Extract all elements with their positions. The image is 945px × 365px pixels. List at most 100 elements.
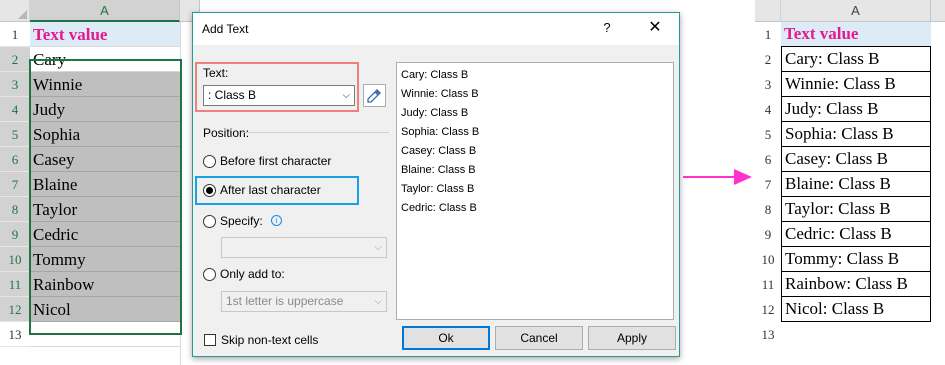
cell[interactable]: Casey [30,147,180,172]
chevron-down-icon: ⌵ [374,296,382,307]
add-text-dialog: Add Text ? ✕ Text: : Class B ⌵ Position:… [192,12,680,357]
cancel-button[interactable]: Cancel [495,326,583,350]
row-number[interactable]: 7 [755,172,781,197]
row-number[interactable]: 5 [755,122,781,147]
eyedropper-icon [367,89,381,103]
text-input-combo[interactable]: : Class B ⌵ [203,85,355,106]
row-number[interactable]: 1 [0,22,30,47]
preview-item: Cedric: Class B [401,202,477,214]
chevron-down-icon[interactable]: ⌵ [342,86,350,105]
select-all-corner[interactable] [755,0,781,22]
cell[interactable]: Sophia [30,122,180,147]
row-number[interactable]: 10 [0,247,30,272]
cell[interactable]: Taylor [30,197,180,222]
row-number[interactable]: 2 [0,47,30,72]
transform-arrow [683,176,735,178]
only-add-to-combo: 1st letter is uppercase ⌵ [221,291,387,312]
text-label: Text: [203,66,229,80]
row-number[interactable]: 13 [755,322,781,347]
arrow-right-icon [734,169,752,185]
row-number[interactable]: 7 [0,172,30,197]
info-icon[interactable]: i [271,215,282,226]
text-input-value: : Class B [208,88,257,102]
cell[interactable] [30,322,180,347]
result-cell[interactable]: Blaine: Class B [781,172,931,197]
row-number[interactable]: 11 [0,272,30,297]
radio-only-add-to[interactable] [203,268,216,281]
cell[interactable]: Nicol [30,297,180,322]
result-cell[interactable]: Rainbow: Class B [781,272,931,297]
row-number[interactable]: 9 [755,222,781,247]
preview-list: Cary: Class B Winnie: Class B Judy: Clas… [396,62,674,320]
column-header-a[interactable]: A [781,0,931,22]
row-number[interactable]: 3 [755,72,781,97]
row-number[interactable]: 6 [0,147,30,172]
skip-non-text-checkbox[interactable] [204,334,216,346]
cell[interactable]: Blaine [30,172,180,197]
radio-specify-label[interactable]: Specify: [220,214,263,228]
specify-combo: ⌵ [221,237,387,258]
preview-item: Casey: Class B [401,145,477,157]
row-number[interactable]: 4 [0,97,30,122]
cell[interactable]: Winnie [30,72,180,97]
row-number[interactable]: 6 [755,147,781,172]
row-number[interactable]: 10 [755,247,781,272]
result-cell[interactable]: Taylor: Class B [781,197,931,222]
column-header-a[interactable]: A [30,0,180,22]
left-spreadsheet: A 1 2 3 4 5 6 7 8 9 10 11 12 13 Text val… [0,0,200,365]
preview-item: Winnie: Class B [401,88,479,100]
result-cell[interactable]: Nicol: Class B [781,297,931,322]
row-number[interactable]: 4 [755,97,781,122]
preview-item: Cary: Class B [401,69,469,81]
row-number[interactable]: 13 [0,322,30,347]
radio-only-add-to-label[interactable]: Only add to: [220,267,285,281]
radio-before-first-label[interactable]: Before first character [220,154,331,168]
column-header-b[interactable] [931,0,945,22]
result-column-a-cells: Text value Cary: Class B Winnie: Class B… [781,22,931,347]
eyedropper-button[interactable] [363,84,386,107]
ok-button[interactable]: Ok [402,326,490,350]
right-spreadsheet: A 1 2 3 4 5 6 7 8 9 10 11 12 13 Text val… [755,0,945,365]
cell[interactable]: Cedric [30,222,180,247]
apply-button[interactable]: Apply [588,326,676,350]
dialog-titlebar[interactable]: Add Text ? ✕ [193,13,679,45]
row-number[interactable]: 3 [0,72,30,97]
row-number[interactable]: 12 [755,297,781,322]
header-cell[interactable]: Text value [781,22,931,47]
position-label: Position: [203,126,250,140]
result-cell[interactable]: Casey: Class B [781,147,931,172]
row-number[interactable]: 9 [0,222,30,247]
row-number[interactable]: 12 [0,297,30,322]
result-cell[interactable]: Cedric: Class B [781,222,931,247]
row-number[interactable]: 1 [755,22,781,47]
row-number[interactable]: 5 [0,122,30,147]
cell[interactable]: Judy [30,97,180,122]
result-cell[interactable] [781,322,931,347]
skip-non-text-label[interactable]: Skip non-text cells [221,333,318,347]
radio-after-last[interactable] [203,184,216,197]
chevron-down-icon: ⌵ [374,242,382,253]
column-a-cells: Text value Cary Winnie Judy Sophia Casey… [30,22,180,347]
result-cell[interactable]: Winnie: Class B [781,72,931,97]
header-cell[interactable]: Text value [30,22,180,47]
row-number[interactable]: 8 [0,197,30,222]
help-button[interactable]: ? [599,20,615,35]
result-cell[interactable]: Sophia: Class B [781,122,931,147]
row-headers: 1 2 3 4 5 6 7 8 9 10 11 12 13 [0,22,30,347]
select-all-corner[interactable] [0,0,30,22]
radio-before-first[interactable] [203,155,216,168]
row-number[interactable]: 2 [755,47,781,72]
radio-specify[interactable] [203,215,216,228]
cell[interactable]: Rainbow [30,272,180,297]
row-number[interactable]: 8 [755,197,781,222]
close-button[interactable]: ✕ [647,17,663,37]
result-cell[interactable]: Cary: Class B [781,47,931,72]
row-number[interactable]: 11 [755,272,781,297]
preview-item: Sophia: Class B [401,126,480,138]
radio-after-last-label[interactable]: After last character [220,183,321,197]
cell[interactable]: Tommy [30,247,180,272]
result-cell[interactable]: Tommy: Class B [781,247,931,272]
position-group-divider [241,132,389,133]
result-cell[interactable]: Judy: Class B [781,97,931,122]
cell[interactable]: Cary [30,47,180,72]
